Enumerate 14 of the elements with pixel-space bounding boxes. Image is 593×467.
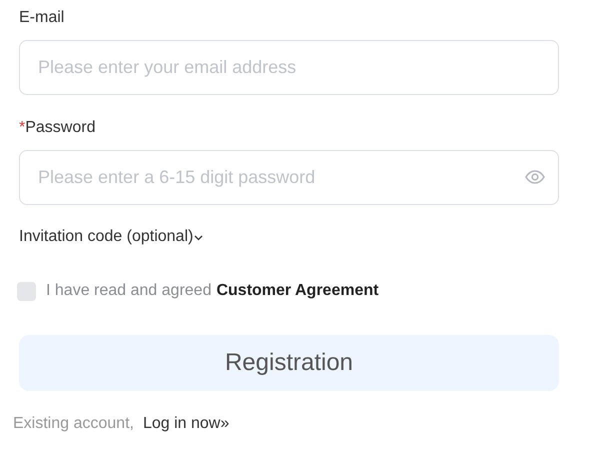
agreement-checkbox[interactable]: [17, 282, 36, 300]
agreement-text: I have read and agreed: [46, 281, 212, 301]
field-label: Password: [25, 118, 96, 138]
invitation-code-toggle[interactable]: Invitation code (optional): [19, 225, 194, 249]
field-label: E-mail: [19, 8, 64, 28]
customer-agreement-link[interactable]: Customer Agreement: [216, 279, 379, 303]
required-mark: *: [19, 118, 26, 138]
chevron-down-icon[interactable]: [194, 235, 204, 241]
registration-button[interactable]: Registration: [19, 335, 559, 391]
login-link[interactable]: Log in now»: [142, 412, 230, 436]
existing-account-text: Existing account,: [13, 414, 134, 434]
password-field[interactable]: Please enter a 6-15 digit password: [19, 150, 559, 205]
email-field[interactable]: Please enter your email address: [19, 40, 559, 95]
eye-icon[interactable]: [525, 170, 545, 184]
